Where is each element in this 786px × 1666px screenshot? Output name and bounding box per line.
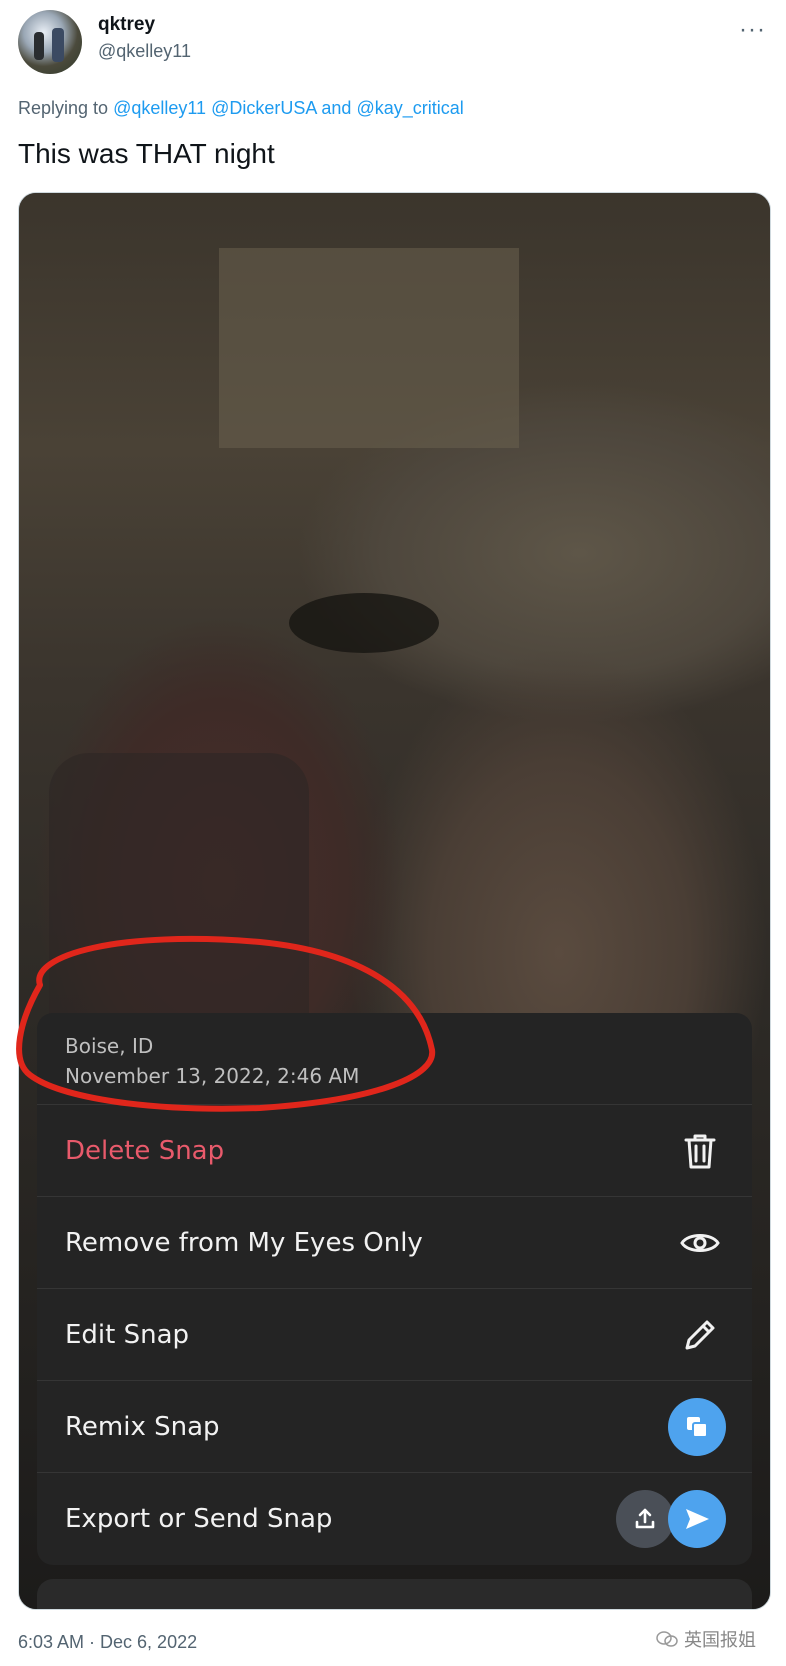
menu-item-label: Remove from My Eyes Only xyxy=(65,1227,423,1258)
menu-item-label: Export or Send Snap xyxy=(65,1504,333,1534)
export-upload-icon[interactable] xyxy=(616,1490,674,1548)
mention-link[interactable]: @qkelley11 xyxy=(113,98,206,118)
pencil-icon xyxy=(678,1313,722,1357)
photo-stool xyxy=(289,593,439,653)
menu-item-label: Remix Snap xyxy=(65,1411,220,1442)
more-options-icon[interactable]: ··· xyxy=(739,16,766,44)
replying-to: Replying to @qkelley11 @DickerUSA and @k… xyxy=(18,98,464,119)
user-handle[interactable]: @qkelley11 xyxy=(98,41,191,62)
remove-my-eyes-only-button[interactable]: Remove from My Eyes Only xyxy=(37,1197,752,1289)
avatar[interactable] xyxy=(18,10,82,74)
send-arrow-icon[interactable] xyxy=(668,1490,726,1548)
tweet-media-image[interactable]: Boise, ID November 13, 2022, 2:46 AM Del… xyxy=(18,192,771,1610)
bottom-sheet-peek xyxy=(37,1579,752,1609)
tweet-header: qktrey @qkelley11 ··· xyxy=(18,8,778,74)
export-send-snap-button[interactable]: Export or Send Snap xyxy=(37,1473,752,1565)
snap-context-menu: Boise, ID November 13, 2022, 2:46 AM Del… xyxy=(37,1013,752,1565)
menu-item-label: Edit Snap xyxy=(65,1319,190,1350)
menu-item-label: Delete Snap xyxy=(65,1135,225,1166)
tweet-text: This was THAT night xyxy=(18,138,275,169)
snap-location: Boise, ID xyxy=(65,1034,154,1058)
edit-snap-button[interactable]: Edit Snap xyxy=(37,1289,752,1381)
photo-cabinet xyxy=(219,248,519,448)
eye-icon xyxy=(678,1221,722,1265)
watermark-text: 英国报姐 xyxy=(684,1630,756,1650)
wechat-icon xyxy=(656,1631,678,1647)
remix-snap-button[interactable]: Remix Snap xyxy=(37,1381,752,1473)
delete-snap-button[interactable]: Delete Snap xyxy=(37,1105,752,1197)
trash-icon xyxy=(678,1129,722,1173)
mention-link[interactable]: @kay_critical xyxy=(356,98,463,118)
snap-metadata: Boise, ID November 13, 2022, 2:46 AM xyxy=(37,1013,752,1105)
display-name[interactable]: qktrey xyxy=(98,14,155,36)
mention-separator: and xyxy=(321,98,352,118)
mention-link[interactable]: @DickerUSA xyxy=(211,98,316,118)
remix-icon xyxy=(668,1397,726,1456)
snap-datetime: November 13, 2022, 2:46 AM xyxy=(65,1064,360,1088)
tweet-timestamp[interactable]: 6:03 AM · Dec 6, 2022 xyxy=(18,1632,197,1653)
watermark: 英国报姐 xyxy=(656,1626,756,1652)
share-icon xyxy=(616,1490,726,1548)
replying-prefix: Replying to xyxy=(18,98,109,118)
remix-circle-button xyxy=(668,1397,726,1456)
